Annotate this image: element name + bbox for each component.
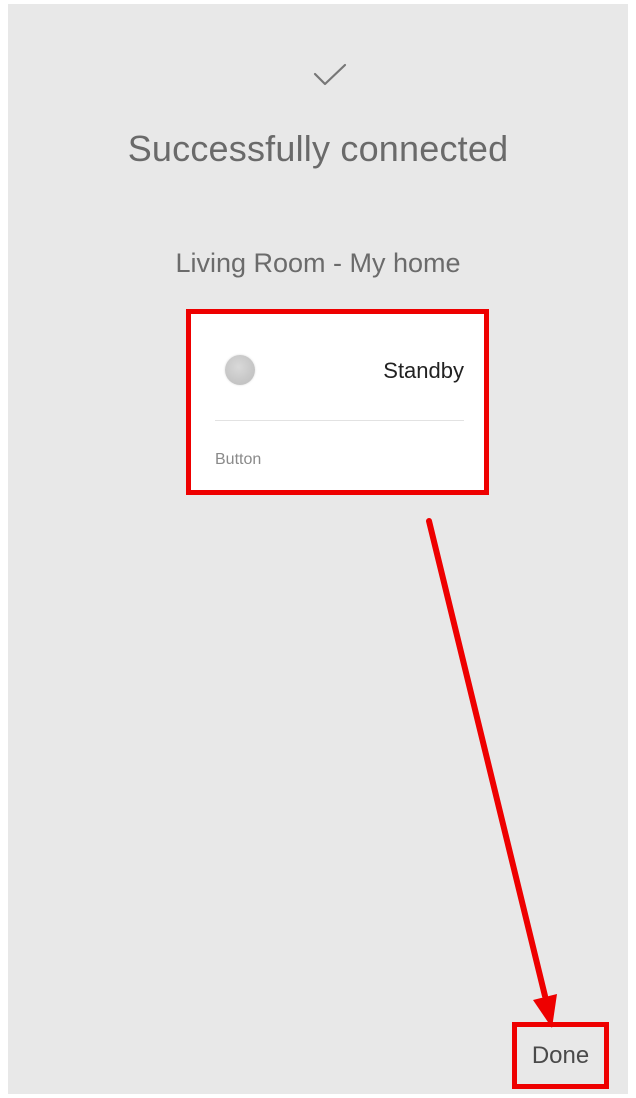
toggle-circle-icon[interactable] — [225, 355, 255, 385]
card-divider — [215, 420, 464, 421]
done-button[interactable]: Done — [512, 1022, 609, 1089]
device-card[interactable]: Standby Button — [186, 309, 489, 495]
device-type-label: Button — [215, 451, 262, 468]
app-screen: Successfully connected Living Room - My … — [8, 4, 628, 1094]
device-state-label: Standby — [383, 358, 464, 383]
connection-status-title: Successfully connected — [127, 128, 509, 169]
checkmark-icon — [313, 63, 347, 86]
device-location-label: Living Room - My home — [175, 248, 461, 278]
